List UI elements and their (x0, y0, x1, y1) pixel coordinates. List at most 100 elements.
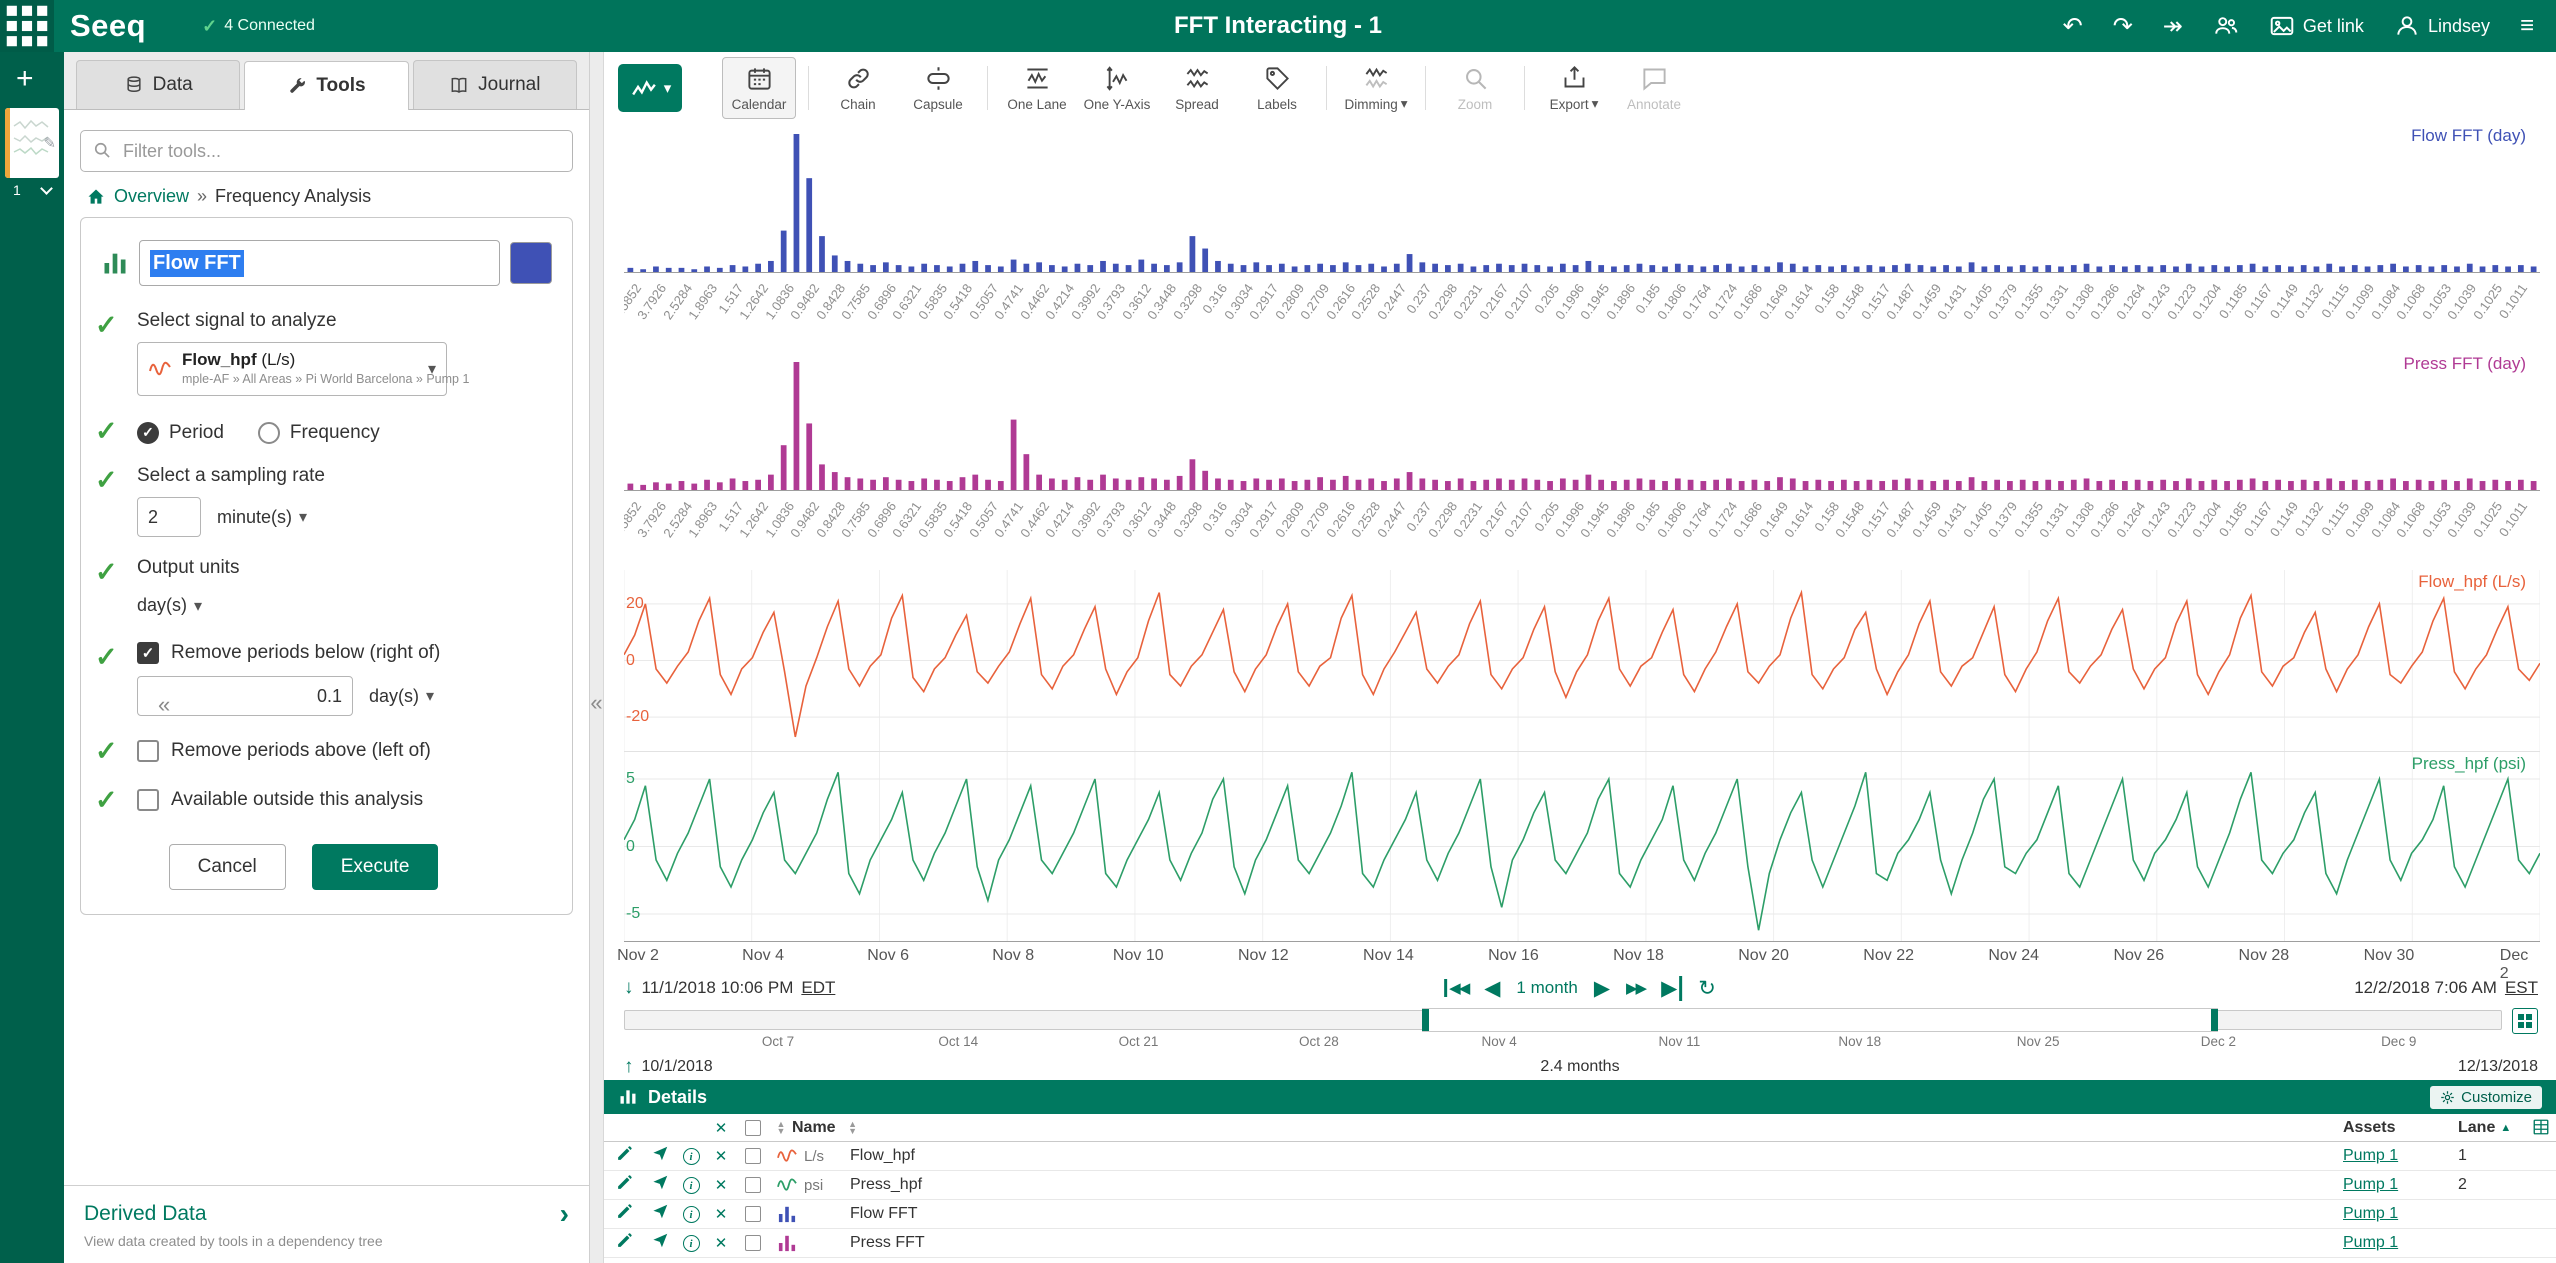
lane-flow-fft[interactable]: Flow FFT (day) (624, 124, 2540, 272)
result-name-input[interactable]: Flow FFT (139, 240, 500, 286)
send-icon[interactable] (644, 1174, 676, 1196)
tab-tools[interactable]: Tools (244, 61, 408, 110)
worksheet-thumbnail[interactable]: ✎ (5, 108, 59, 178)
redo-icon[interactable]: ↷ (2113, 12, 2133, 41)
duration-link[interactable]: 1 month (1516, 978, 1577, 998)
table-row[interactable]: i ✕ L/s Flow_hpf Pump 1 1 (604, 1142, 2556, 1171)
toolbar-one-y-axis[interactable]: One Y-Axis (1080, 57, 1154, 119)
sort-icon[interactable]: ▲▼ (770, 1121, 792, 1135)
edit-icon[interactable] (604, 1145, 644, 1167)
breadcrumb-overview-link[interactable]: Overview (114, 186, 189, 207)
select-all-checkbox[interactable] (745, 1120, 761, 1136)
full-range-end[interactable]: 12/13/2018 (2458, 1058, 2538, 1076)
row-checkbox[interactable] (745, 1148, 761, 1164)
toolbar-one-lane[interactable]: One Lane (1000, 57, 1074, 119)
skip-to-end-button[interactable]: ▶ (1661, 976, 1682, 1001)
table-row[interactable]: i ✕ psi Press_hpf Pump 1 2 (604, 1171, 2556, 1200)
info-icon[interactable]: i (676, 1205, 706, 1224)
edit-icon[interactable] (604, 1203, 644, 1225)
sampling-rate-input[interactable] (137, 497, 201, 537)
sampling-unit-dropdown[interactable]: minute(s) ▾ (213, 501, 311, 534)
scrubber-selected-range[interactable] (1422, 1008, 2217, 1032)
lane-press-hpf[interactable]: Press_hpf (psi) 50-5 (624, 752, 2540, 942)
scrubber-left-handle[interactable] (1422, 1009, 1429, 1031)
output-unit-dropdown[interactable]: day(s) ▾ (137, 589, 552, 622)
refresh-icon[interactable]: ↻ (1698, 976, 1716, 1001)
send-icon[interactable] (644, 1232, 676, 1254)
full-range-start[interactable]: 10/1/2018 (642, 1058, 713, 1076)
step-back-button[interactable]: ◀ (1484, 976, 1500, 1001)
user-menu[interactable]: Lindsey (2394, 13, 2490, 39)
send-icon[interactable] (644, 1203, 676, 1225)
hamburger-menu-icon[interactable]: ≡ (2520, 12, 2534, 40)
add-worksheet-button[interactable]: + (0, 60, 64, 98)
capsule-time-toggle[interactable] (2512, 1008, 2538, 1034)
range-end[interactable]: 12/2/2018 7:06 AM (2354, 978, 2497, 998)
range-start[interactable]: 11/1/2018 10:06 PM (642, 978, 794, 998)
toolbar-spread[interactable]: Spread (1160, 57, 1234, 119)
info-icon[interactable]: i (676, 1147, 706, 1166)
asset-link[interactable]: Pump 1 (2343, 1147, 2398, 1164)
lane-flow-hpf[interactable]: Flow_hpf (L/s) 200-20 (624, 570, 2540, 752)
name-column-header[interactable]: Name (792, 1119, 836, 1137)
asset-link[interactable]: Pump 1 (2343, 1205, 2398, 1222)
table-row[interactable]: i ✕ Press FFT Pump 1 (604, 1229, 2556, 1258)
edit-icon[interactable] (604, 1232, 644, 1254)
get-link-button[interactable]: Get link (2269, 13, 2364, 39)
filter-tools-input[interactable] (80, 130, 573, 172)
trend-view-dropdown[interactable]: ▾ (618, 64, 682, 112)
step-forward-button[interactable]: ▶ (1594, 976, 1610, 1001)
skip-to-start-button[interactable]: ◀◀ (1444, 979, 1468, 997)
panel-collapse-gutter[interactable]: « (590, 52, 604, 1263)
cancel-button[interactable]: Cancel (169, 844, 286, 890)
sort-icon[interactable]: ▲▼ (842, 1121, 864, 1135)
home-icon[interactable] (86, 187, 106, 207)
info-icon[interactable]: i (676, 1234, 706, 1253)
radio-period[interactable]: ✓ Period (137, 422, 224, 444)
scrubber-track[interactable] (624, 1010, 2502, 1030)
full-range-start-icon[interactable]: ↑ (624, 1056, 634, 1078)
investigate-start-icon[interactable]: ↓ (624, 977, 634, 999)
toolbar-capsule[interactable]: Capsule (901, 57, 975, 119)
toolbar-calendar[interactable]: Calendar (722, 57, 796, 119)
row-checkbox[interactable] (745, 1206, 761, 1222)
asset-link[interactable]: Pump 1 (2343, 1176, 2398, 1193)
apps-grid-icon[interactable] (0, 0, 54, 52)
undo-icon[interactable]: ↶ (2063, 12, 2083, 41)
derived-data-section[interactable]: Derived Data › View data created by tool… (64, 1185, 589, 1263)
table-row[interactable]: i ✕ Flow FFT Pump 1 (604, 1200, 2556, 1229)
row-checkbox[interactable] (745, 1235, 761, 1251)
available-outside-checkbox[interactable] (137, 789, 159, 811)
asset-link[interactable]: Pump 1 (2343, 1234, 2398, 1251)
tab-journal[interactable]: Journal (413, 60, 577, 109)
connection-status[interactable]: ✓ 4 Connected (202, 16, 315, 37)
edit-icon[interactable] (604, 1174, 644, 1196)
remove-below-checkbox[interactable]: ✓ (137, 642, 159, 664)
collapse-panel-icon[interactable]: « (158, 692, 170, 718)
info-icon[interactable]: i (676, 1176, 706, 1195)
send-icon[interactable] (644, 1145, 676, 1167)
remove-icon[interactable]: ✕ (706, 1205, 736, 1223)
remove-all-icon[interactable]: ✕ (706, 1119, 736, 1137)
color-swatch-button[interactable] (510, 242, 552, 284)
execute-button[interactable]: Execute (312, 844, 439, 890)
toolbar-dimming[interactable]: Dimming▾ (1339, 57, 1413, 119)
customize-button[interactable]: Customize (2430, 1086, 2542, 1109)
toolbar-chain[interactable]: Chain (821, 57, 895, 119)
row-checkbox[interactable] (745, 1177, 761, 1193)
remove-below-unit-dropdown[interactable]: day(s) ▾ (365, 680, 438, 713)
toolbar-labels[interactable]: Labels (1240, 57, 1314, 119)
assets-column-header[interactable]: Assets (2343, 1119, 2458, 1137)
scrubber-right-handle[interactable] (2211, 1009, 2218, 1031)
signal-select-dropdown[interactable]: Flow_hpf (L/s) mple-AF » All Areas » Pi … (137, 342, 447, 396)
remove-icon[interactable]: ✕ (706, 1147, 736, 1165)
tab-data[interactable]: Data (76, 60, 240, 109)
range-end-timezone[interactable]: EST (2505, 978, 2538, 998)
remove-above-checkbox[interactable] (137, 740, 159, 762)
present-icon[interactable]: ↠ (2163, 12, 2183, 41)
fast-forward-button[interactable]: ▶▶ (1626, 979, 1645, 997)
lane-press-fft[interactable]: Press FFT (day) (624, 352, 2540, 490)
radio-frequency[interactable]: Frequency (258, 422, 380, 444)
chevron-down-icon[interactable] (40, 182, 53, 195)
toolbar-export[interactable]: Export▾ (1537, 57, 1611, 119)
